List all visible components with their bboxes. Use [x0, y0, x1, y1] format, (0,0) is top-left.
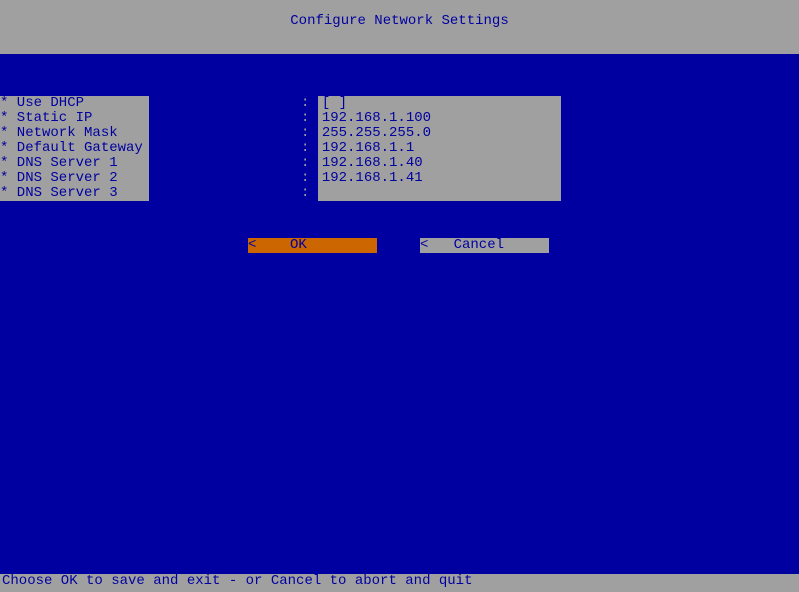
field-separator: : [301, 126, 318, 141]
main-area: * Use DHCP : [ ] * Static IP : 192.168.1… [0, 54, 799, 574]
dns-server-2-input[interactable]: 192.168.1.41 [318, 171, 561, 186]
field-label: * DNS Server 1 [0, 156, 149, 171]
dns-server-1-input[interactable]: 192.168.1.40 [318, 156, 561, 171]
use-dhcp-checkbox[interactable]: [ ] [318, 96, 561, 111]
field-separator: : [301, 111, 318, 126]
field-label: * Static IP [0, 111, 149, 126]
field-row-dns2: * DNS Server 2 : 192.168.1.41 [0, 171, 561, 186]
field-label: * Use DHCP [0, 96, 149, 111]
status-text: Choose OK to save and exit - or Cancel t… [2, 573, 472, 589]
dns-server-3-input[interactable] [318, 186, 561, 201]
field-separator: : [301, 186, 318, 201]
field-separator: : [301, 171, 318, 186]
network-mask-input[interactable]: 255.255.255.0 [318, 126, 561, 141]
field-separator: : [301, 156, 318, 171]
field-label: * Network Mask [0, 126, 149, 141]
ok-button[interactable]: < OK > [248, 238, 377, 253]
dialog-title: Configure Network Settings [290, 13, 508, 29]
field-separator: : [301, 96, 318, 111]
fields-container: * Use DHCP : [ ] * Static IP : 192.168.1… [0, 96, 561, 201]
field-label: * Default Gateway [0, 141, 149, 156]
static-ip-input[interactable]: 192.168.1.100 [318, 111, 561, 126]
cancel-button[interactable]: < Cancel > [420, 238, 549, 253]
title-bar: Configure Network Settings [0, 0, 799, 54]
field-row-dns3: * DNS Server 3 : [0, 186, 561, 201]
default-gateway-input[interactable]: 192.168.1.1 [318, 141, 561, 156]
field-row-static-ip: * Static IP : 192.168.1.100 [0, 111, 561, 126]
field-separator: : [301, 141, 318, 156]
field-label: * DNS Server 3 [0, 186, 149, 201]
field-row-network-mask: * Network Mask : 255.255.255.0 [0, 126, 561, 141]
field-row-default-gateway: * Default Gateway : 192.168.1.1 [0, 141, 561, 156]
field-row-use-dhcp: * Use DHCP : [ ] [0, 96, 561, 111]
field-label: * DNS Server 2 [0, 171, 149, 186]
field-row-dns1: * DNS Server 1 : 192.168.1.40 [0, 156, 561, 171]
status-bar: Choose OK to save and exit - or Cancel t… [0, 574, 799, 592]
